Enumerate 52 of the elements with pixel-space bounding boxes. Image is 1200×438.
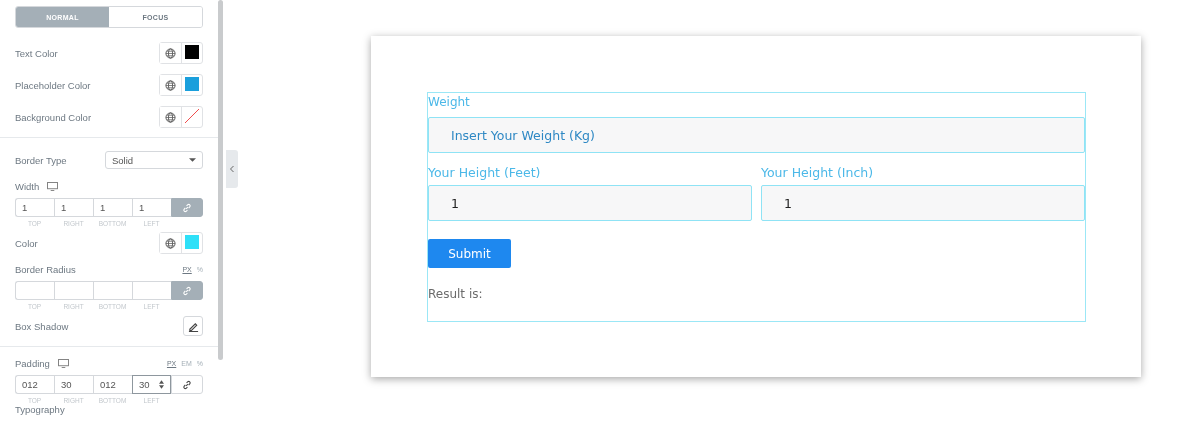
dimension-field[interactable] xyxy=(15,281,54,300)
scrollbar[interactable] xyxy=(218,0,223,360)
link-button[interactable] xyxy=(171,198,203,217)
dimension-field[interactable]: 012 xyxy=(93,375,132,394)
control-label: Box Shadow xyxy=(15,320,69,332)
caret-icon xyxy=(189,158,196,162)
dimension-field[interactable]: 012 xyxy=(15,375,54,394)
dimension-field[interactable]: 1 xyxy=(93,198,132,217)
dimension-field[interactable]: 1 xyxy=(54,198,93,217)
field-label: Your Height (Feet) xyxy=(428,165,542,182)
control-label: Placeholder Color xyxy=(15,79,91,91)
link-button[interactable] xyxy=(171,375,203,394)
spinner-icon[interactable] xyxy=(159,380,164,389)
dimension-field[interactable]: 30 xyxy=(132,375,171,394)
color-swatch[interactable] xyxy=(185,235,199,249)
monitor-icon xyxy=(47,181,59,191)
dimension-field[interactable] xyxy=(132,281,171,300)
control-label: Border Type xyxy=(15,154,67,166)
control-label: Text Color xyxy=(15,47,58,59)
dimension-field[interactable]: 1 xyxy=(132,198,171,217)
dimension-field[interactable]: 1 xyxy=(15,198,54,217)
dimension-field[interactable] xyxy=(93,281,132,300)
color-swatch[interactable] xyxy=(185,109,199,123)
monitor-icon xyxy=(57,358,69,368)
height-field[interactable]: 1 xyxy=(428,185,752,221)
global-icon[interactable] xyxy=(160,43,182,63)
control-label: Padding xyxy=(15,357,50,369)
submit-button[interactable]: Submit xyxy=(428,239,511,268)
weight-field[interactable]: Insert Your Weight (Kg) xyxy=(428,117,1085,153)
control-label: Background Color xyxy=(15,111,92,123)
global-icon[interactable] xyxy=(160,107,182,127)
field-label: Your Height (Inch) xyxy=(761,165,875,182)
link-icon xyxy=(182,202,192,213)
control-label: Typography xyxy=(15,404,65,415)
field-label: Weight xyxy=(428,94,471,111)
result-text: Result is: xyxy=(428,287,484,301)
global-icon[interactable] xyxy=(160,75,182,95)
edit-icon[interactable] xyxy=(183,316,203,336)
global-icon[interactable] xyxy=(160,233,182,253)
color-swatch[interactable] xyxy=(185,45,199,59)
border-type-select[interactable]: Solid xyxy=(105,151,203,169)
control-label: Width xyxy=(15,180,40,192)
dimension-field[interactable] xyxy=(54,281,93,300)
control-label: Color xyxy=(15,237,38,249)
control-label: Border Radius xyxy=(15,263,76,275)
height-field[interactable]: 1 xyxy=(761,185,1085,221)
link-icon xyxy=(182,285,192,296)
link-button[interactable] xyxy=(171,281,203,300)
link-icon xyxy=(182,379,192,390)
collapse-handle[interactable] xyxy=(226,150,238,188)
color-swatch[interactable] xyxy=(185,77,199,91)
dimension-field[interactable]: 30 xyxy=(54,375,93,394)
